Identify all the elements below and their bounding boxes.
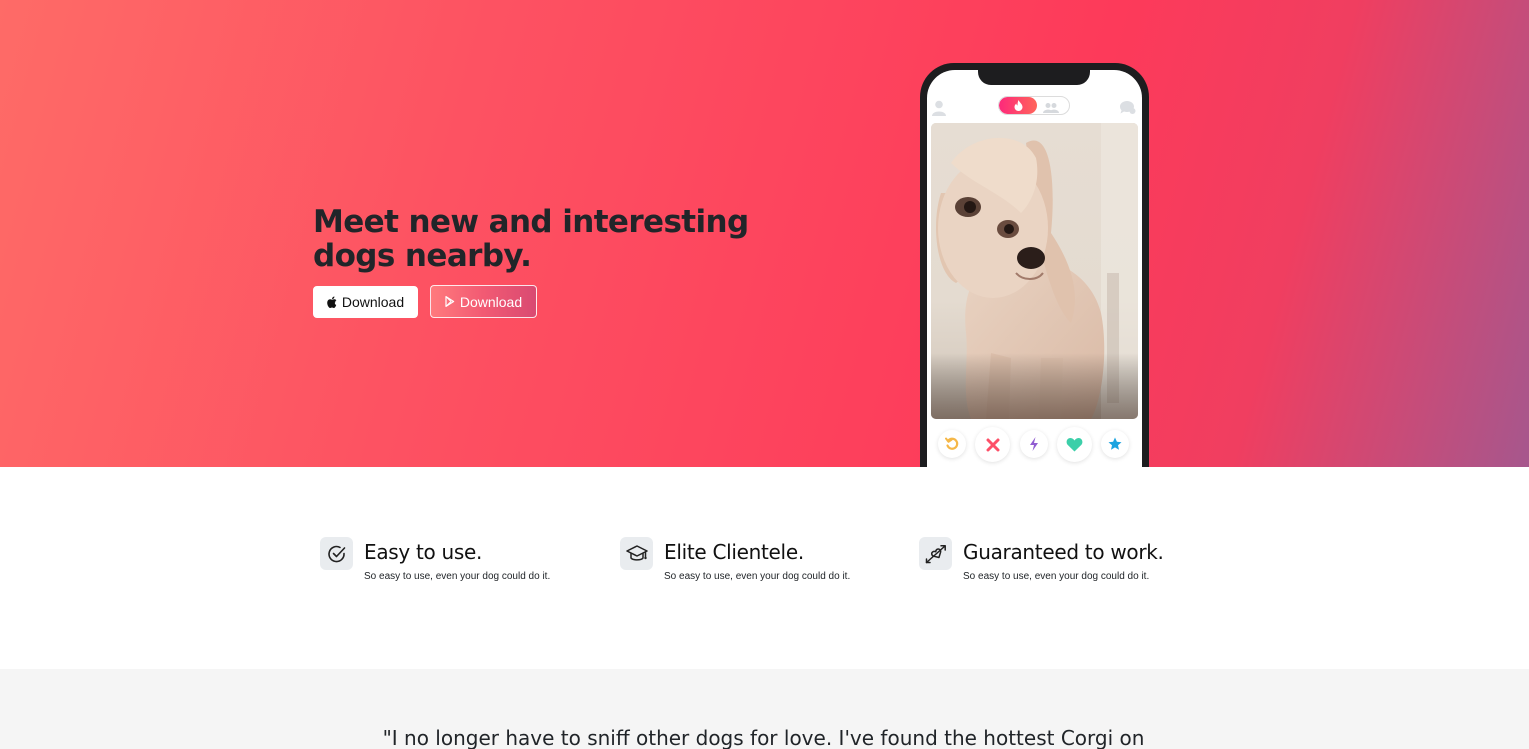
swipe-actions xyxy=(927,425,1142,465)
phone-screen xyxy=(927,70,1142,467)
graduation-cap-icon xyxy=(620,537,653,570)
like-icon[interactable] xyxy=(1057,427,1092,462)
dog-profile-photo[interactable] xyxy=(931,123,1138,419)
feature-title: Elite Clientele. xyxy=(664,540,804,564)
apple-download-label: Download xyxy=(341,294,405,310)
feature-title: Guaranteed to work. xyxy=(963,540,1164,564)
feature-elite-clientele: Elite Clientele. So easy to use, even yo… xyxy=(620,537,900,597)
feature-text: So easy to use, even your dog could do i… xyxy=(364,571,551,582)
hero-section: Meet new and interesting dogs nearby. Do… xyxy=(0,0,1529,467)
apple-download-button[interactable]: Download xyxy=(313,286,418,318)
chat-icon[interactable] xyxy=(1119,100,1136,119)
testimonial-section: "I no longer have to sniff other dogs fo… xyxy=(0,669,1529,749)
testimonial-quote: "I no longer have to sniff other dogs fo… xyxy=(382,726,1145,749)
phone-mockup xyxy=(920,63,1149,467)
mode-toggle[interactable] xyxy=(998,96,1070,115)
features-section: Easy to use. So easy to use, even your d… xyxy=(0,467,1529,669)
feature-text: So easy to use, even your dog could do i… xyxy=(664,571,851,582)
super-like-icon[interactable] xyxy=(1101,430,1129,458)
boost-icon[interactable] xyxy=(1020,430,1048,458)
phone-notch xyxy=(978,70,1090,85)
apple-icon xyxy=(327,296,337,308)
group-icon[interactable] xyxy=(1043,99,1059,114)
heart-arrow-icon xyxy=(919,537,952,570)
feature-title: Easy to use. xyxy=(364,540,483,564)
feature-easy-to-use: Easy to use. So easy to use, even your d… xyxy=(320,537,600,597)
google-play-icon xyxy=(445,296,455,307)
feature-text: So easy to use, even your dog could do i… xyxy=(963,571,1150,582)
nope-icon[interactable] xyxy=(975,427,1010,462)
rewind-icon[interactable] xyxy=(938,430,966,458)
check-circle-icon xyxy=(320,537,353,570)
flame-icon[interactable] xyxy=(999,97,1037,114)
google-play-download-button[interactable]: Download xyxy=(430,285,537,318)
profile-icon[interactable] xyxy=(932,100,946,120)
feature-guaranteed: Guaranteed to work. So easy to use, even… xyxy=(919,537,1199,597)
hero-title: Meet new and interesting dogs nearby. xyxy=(313,204,749,274)
google-play-download-label: Download xyxy=(459,293,523,310)
